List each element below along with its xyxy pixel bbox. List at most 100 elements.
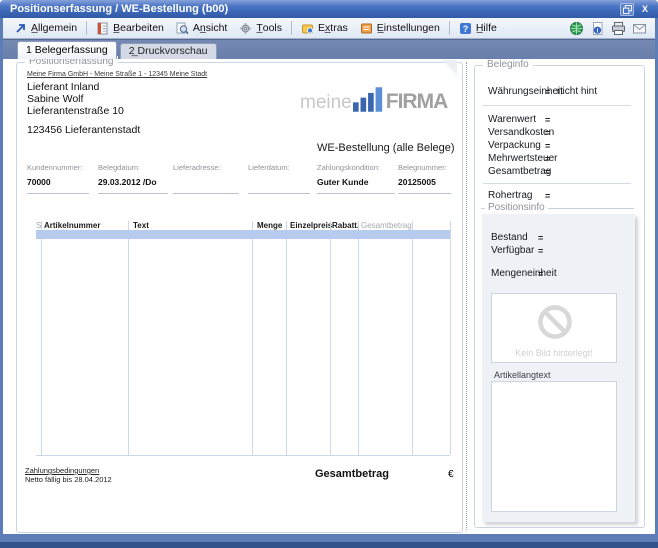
info-icon[interactable]: i [590,21,605,36]
beleginfo-group: Beleginfo Währungseinheit = nicht hint W… [474,65,645,528]
field-label: Belegnummer: [398,163,451,172]
menu-allgemein[interactable]: A̲llgemein [8,20,83,37]
restore-button[interactable] [620,3,634,16]
field-label: Zahlungskondition: [317,163,395,172]
field-belegnummer[interactable]: Belegnummer: 20125005 [398,163,451,194]
equals-glyph: = [545,87,550,97]
menu-hilfe[interactable]: ? H̲ilfe [453,20,503,37]
equals-glyph: = [545,167,550,177]
table-grid-line [450,221,451,455]
logo-text-firma: FIRMA [386,91,448,112]
payment-terms-label: Zahlungsbedingungen [25,466,99,475]
help-icon: ? [459,22,472,35]
menu-label: T̲ools [256,22,282,34]
field-label: Lieferadresse: [173,163,239,172]
page-corner [442,60,457,75]
window-frame-bottom [0,542,658,548]
printer-icon[interactable] [611,21,626,36]
table-grid-line [358,221,359,455]
table-grid-line [128,221,129,455]
menu-tools[interactable]: T̲ools [233,20,288,37]
close-button[interactable]: X [638,3,652,16]
tab-druckvorschau[interactable]: 2̲ Druckvorschau [120,43,217,59]
field-value: 29.03.2012 /Do [98,177,168,187]
mail-icon[interactable] [632,21,647,36]
beleginfo-row-label: Warenwert [488,114,536,125]
menu-bearbeiten[interactable]: B̲earbeiten [90,20,170,37]
field-value: 20125005 [398,177,451,187]
menu-ansicht[interactable]: An̲sicht [170,20,233,37]
field-lieferdatum[interactable]: Lieferdatum: [248,163,310,194]
menu-label: A̲llgemein [31,22,77,34]
sender-line: Meine Firma GmbH - Meine Straße 1 - 1234… [27,71,207,78]
page-margin-divider [466,62,467,530]
globe-icon[interactable] [569,21,584,36]
column-header-rabatt[interactable]: Rabatt. [332,221,359,230]
column-header-text[interactable]: Text [133,221,149,230]
table-bottom-line [36,455,450,456]
field-belegdatum[interactable]: Belegdatum: 29.03.2012 /Do [98,163,168,194]
arrow-ne-icon [14,22,27,35]
table-grid-line [330,221,331,455]
equals-glyph: = [538,269,543,279]
equals-glyph: = [538,246,543,256]
no-image-text: Kein Bild hinterlegt! [492,348,616,358]
equals-glyph: = [545,141,550,151]
app-window: Positionserfassung / WE-Bestellung (b00)… [0,0,658,548]
field-value: Guter Kunde [317,177,395,187]
svg-text:?: ? [463,24,469,34]
logo-text-meine: meine [300,93,352,112]
artikellangtext-box[interactable] [491,381,617,512]
menu-extras[interactable]: Ex̲tras [295,20,354,37]
field-label: Kundennummer: [27,163,89,172]
section-divider [483,105,631,106]
field-value [248,177,310,187]
settings-panel-icon [360,22,373,35]
tab-belegerfassung[interactable]: 1 Belegerfassung [17,41,117,59]
recipient-contact: Sabine Wolf [27,93,83,105]
recipient-street: Lieferantenstraße 10 [27,105,124,117]
edit-notebook-icon [96,22,109,35]
recipient-city: 123456 Lieferantenstadt [27,124,140,136]
group-label: Beleginfo [483,59,533,70]
menu-label: B̲earbeiten [113,22,164,34]
positionsinfo-panel: Bestand = Verfügbar = Mengeneinheit = Ke… [482,214,635,522]
group-label: Positionsinfo [485,202,548,213]
beleginfo-row-label: Verpackung [488,140,541,151]
payment-terms-value: Netto fällig bis 28.04.2012 [25,475,112,484]
positionsinfo-row-label: Verfügbar [491,245,534,256]
magnifier-icon [176,22,189,35]
menu-label: H̲ilfe [476,22,497,34]
equals-glyph: = [545,154,550,164]
tab-strip: 1 Belegerfassung 2̲ Druckvorschau [3,39,655,59]
beleginfo-row-label: Rohertrag [488,190,532,201]
restore-icon [623,5,632,14]
menu-label: An̲sicht [193,22,227,34]
no-image-icon [535,302,575,342]
field-zahlungskondition[interactable]: Zahlungskondition: Guter Kunde [317,163,395,194]
menu-einstellungen[interactable]: E̲instellungen [354,20,446,37]
total-label: Gesamtbetrag [315,468,389,480]
field-kundennummer[interactable]: Kundennummer: 70000 [27,163,89,194]
column-header-gesamtbetrag[interactable]: Gesamtbetrag [361,221,412,230]
table-grid-line [41,221,42,455]
title-bar: Positionserfassung / WE-Bestellung (b00)… [0,0,658,18]
artikellangtext-label: Artikellangtext [494,370,551,380]
column-header-menge[interactable]: Menge [257,221,282,230]
currency-symbol: € [448,469,454,480]
table-grid-line [412,221,413,455]
selected-table-row[interactable] [36,230,450,239]
beleginfo-row-label: Gesamtbetrag [488,166,551,177]
column-header-einzelpreis[interactable]: Einzelpreis [290,221,332,230]
equals-glyph: = [545,115,550,125]
table-grid-line [252,221,253,455]
window-title: Positionserfassung / WE-Bestellung (b00) [0,3,228,15]
positionsinfo-row-label: Mengeneinheit [491,268,557,279]
document-title: WE-Bestellung (alle Belege) [317,142,455,154]
beleginfo-row-label: Währungseinheit [488,86,563,97]
field-lieferadresse[interactable]: Lieferadresse: [173,163,239,194]
positionsinfo-row-label: Bestand [491,232,528,243]
beleginfo-row-value: nicht hint [557,86,597,97]
table-grid-line [286,221,287,455]
column-header-artikelnummer[interactable]: Artikelnummer [44,221,100,230]
